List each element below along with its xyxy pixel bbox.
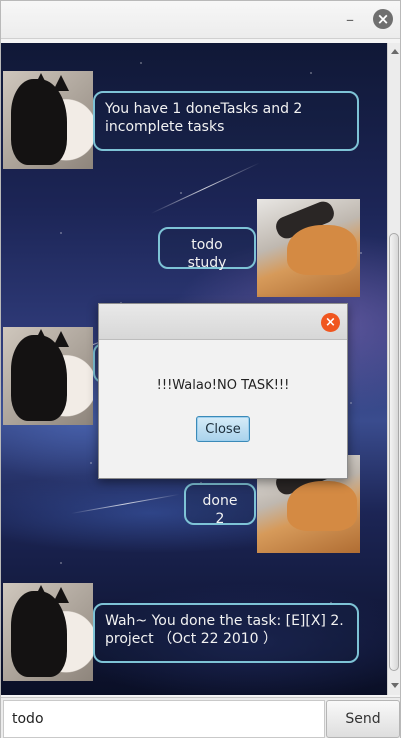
title-bar: – ×	[1, 1, 400, 39]
user-message-bubble: todo study	[158, 227, 256, 271]
send-button[interactable]: Send	[326, 700, 400, 738]
close-icon[interactable]: ×	[321, 313, 340, 332]
bot-avatar	[3, 71, 93, 169]
dialog-message: !!!Walao!NO TASK!!!	[156, 378, 290, 393]
bot-avatar	[3, 583, 93, 681]
minimize-icon[interactable]: –	[339, 9, 361, 31]
bot-avatar	[3, 327, 93, 425]
dialog-close-button[interactable]: Close	[196, 416, 250, 442]
bot-message-bubble: You have 1 doneTasks and 2 incomplete ta…	[93, 91, 359, 151]
scroll-up-icon[interactable]	[391, 49, 399, 54]
scroll-thumb[interactable]	[389, 233, 399, 671]
close-icon[interactable]: ×	[373, 9, 393, 29]
chat-scrollbar[interactable]	[387, 43, 400, 695]
user-avatar	[257, 199, 360, 297]
input-bar: Send	[1, 697, 400, 738]
bot-message-bubble: Wah~ You done the task: [E][X] 2. projec…	[93, 603, 359, 663]
message-input[interactable]	[3, 700, 325, 738]
user-message-bubble: done 2	[184, 483, 256, 527]
scroll-down-icon[interactable]	[391, 683, 399, 688]
alert-dialog: × !!!Walao!NO TASK!!! Close	[98, 303, 348, 479]
dialog-title-bar: ×	[99, 304, 347, 340]
app-window: – × You have 1 doneTasks and 2 incomplet…	[0, 0, 401, 738]
